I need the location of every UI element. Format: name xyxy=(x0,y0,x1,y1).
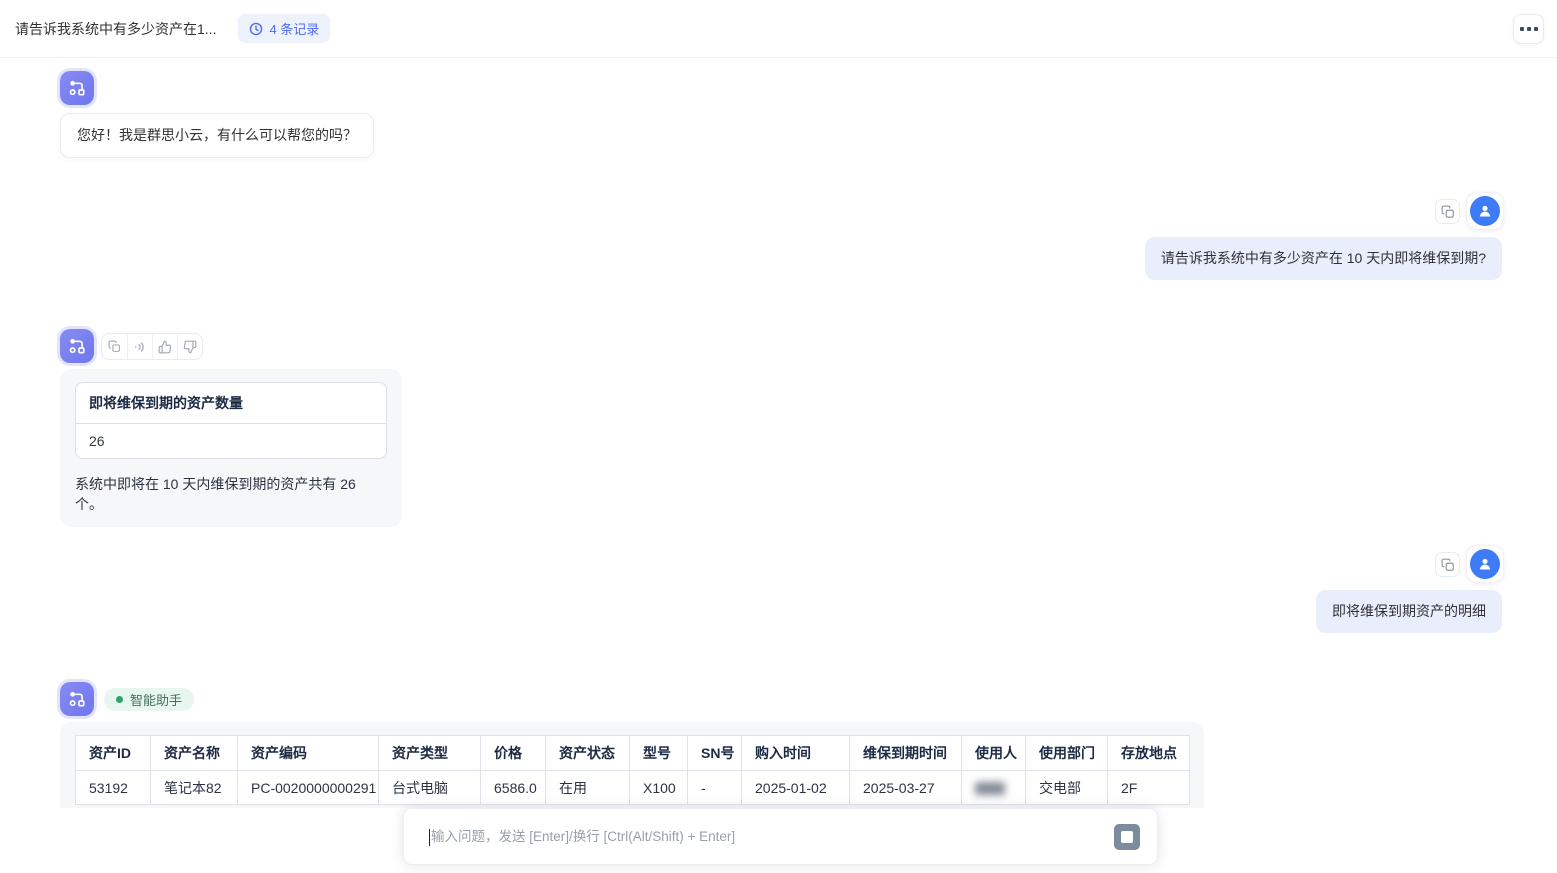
table-header-row: 资产ID 资产名称 资产编码 资产类型 价格 资产状态 型号 SN号 购入时间 … xyxy=(76,736,1190,771)
cell-user-redacted xyxy=(962,771,1026,805)
cell-price: 6586.0 xyxy=(481,771,546,805)
bot-greeting-text: 您好！我是群思小云，有什么可以帮您的吗？ xyxy=(77,127,357,143)
copy-message-button[interactable] xyxy=(1435,199,1460,224)
text-caret xyxy=(429,829,430,846)
answer-summary-text: 系统中即将在 10 天内维保到期的资产共有 26 个。 xyxy=(75,474,387,514)
cell-sn: - xyxy=(688,771,742,805)
copy-icon xyxy=(1441,558,1455,572)
metric-table-header: 即将维保到期的资产数量 xyxy=(76,383,386,424)
column-header: SN号 xyxy=(688,736,742,771)
thumbs-up-icon xyxy=(158,340,172,354)
assistant-status-badge: 智能助手 xyxy=(104,688,194,711)
user-avatar xyxy=(1466,192,1504,230)
column-header: 资产状态 xyxy=(546,736,630,771)
stop-generation-button[interactable] xyxy=(1114,824,1140,850)
column-header: 资产ID xyxy=(76,736,151,771)
thumbs-down-icon xyxy=(183,340,197,354)
bot-avatar xyxy=(60,329,94,363)
more-options-button[interactable] xyxy=(1513,14,1544,44)
copy-icon xyxy=(108,340,121,353)
bot-greeting-bubble: 您好！我是群思小云，有什么可以帮您的吗？ xyxy=(60,113,374,158)
chat-input[interactable] xyxy=(431,829,1051,844)
column-header: 维保到期时间 xyxy=(850,736,962,771)
column-header: 使用部门 xyxy=(1026,736,1108,771)
records-count-badge[interactable]: 4 条记录 xyxy=(238,14,330,43)
workflow-bot-icon xyxy=(67,689,87,709)
green-dot-icon xyxy=(116,696,123,703)
cell-department: 交电部 xyxy=(1026,771,1108,805)
cell-status: 在用 xyxy=(546,771,630,805)
copy-icon xyxy=(1441,205,1455,219)
user-question-text: 即将维保到期资产的明细 xyxy=(1332,603,1486,619)
column-header: 使用人 xyxy=(962,736,1026,771)
person-icon xyxy=(1476,555,1494,573)
bot-answer-card: 即将维保到期的资产数量 26 系统中即将在 10 天内维保到期的资产共有 26 … xyxy=(60,369,402,527)
blurred-name xyxy=(975,782,1005,795)
asset-detail-card: 资产ID 资产名称 资产编码 资产类型 价格 资产状态 型号 SN号 购入时间 … xyxy=(60,722,1204,808)
column-header: 购入时间 xyxy=(742,736,850,771)
chat-area: 您好！我是群思小云，有什么可以帮您的吗？ 请告诉我系统中有多少资产在 10 天内… xyxy=(0,58,1557,808)
cell-asset-code: PC-0020000000291 xyxy=(238,771,379,805)
thumbs-down-button[interactable] xyxy=(177,333,202,360)
user-question-text: 请告诉我系统中有多少资产在 10 天内即将维保到期? xyxy=(1161,250,1486,266)
copy-response-button[interactable] xyxy=(102,333,127,360)
table-row: 53192 笔记本82 PC-0020000000291 台式电脑 6586.0… xyxy=(76,771,1190,805)
stop-square-icon xyxy=(1121,831,1133,843)
column-header: 资产编码 xyxy=(238,736,379,771)
records-count-label: 4 条记录 xyxy=(269,19,319,38)
workflow-bot-icon xyxy=(67,336,87,356)
asset-detail-table: 资产ID 资产名称 资产编码 资产类型 价格 资产状态 型号 SN号 购入时间 … xyxy=(75,735,1190,805)
person-icon xyxy=(1476,202,1494,220)
thumbs-up-button[interactable] xyxy=(152,333,177,360)
column-header: 存放地点 xyxy=(1108,736,1190,771)
cell-location: 2F xyxy=(1108,771,1190,805)
user-question-bubble: 请告诉我系统中有多少资产在 10 天内即将维保到期? xyxy=(1145,237,1502,280)
copy-message-button[interactable] xyxy=(1435,552,1460,577)
cell-purchase-date: 2025-01-02 xyxy=(742,771,850,805)
cell-asset-id: 53192 xyxy=(76,771,151,805)
column-header: 价格 xyxy=(481,736,546,771)
read-aloud-button[interactable] xyxy=(127,333,152,360)
speaker-wave-icon xyxy=(133,340,147,354)
column-header: 资产类型 xyxy=(379,736,481,771)
column-header: 资产名称 xyxy=(151,736,238,771)
metric-table-value: 26 xyxy=(76,424,386,458)
cell-asset-name: 笔记本82 xyxy=(151,771,238,805)
user-question-bubble: 即将维保到期资产的明细 xyxy=(1316,590,1502,633)
clock-icon xyxy=(249,22,263,36)
message-actions-toolbar xyxy=(101,333,203,360)
conversation-title: 请告诉我系统中有多少资产在1... xyxy=(15,19,216,39)
user-avatar xyxy=(1466,545,1504,583)
chat-input-bar xyxy=(403,808,1158,865)
bot-avatar xyxy=(60,682,94,716)
cell-asset-type: 台式电脑 xyxy=(379,771,481,805)
bot-avatar xyxy=(60,71,94,105)
workflow-bot-icon xyxy=(67,78,87,98)
metric-table: 即将维保到期的资产数量 26 xyxy=(75,382,387,459)
column-header: 型号 xyxy=(630,736,688,771)
cell-model: X100 xyxy=(630,771,688,805)
ellipsis-icon xyxy=(1520,27,1524,31)
top-bar: 请告诉我系统中有多少资产在1... 4 条记录 xyxy=(0,0,1557,58)
assistant-badge-label: 智能助手 xyxy=(130,690,182,709)
cell-warranty-expiry: 2025-03-27 xyxy=(850,771,962,805)
